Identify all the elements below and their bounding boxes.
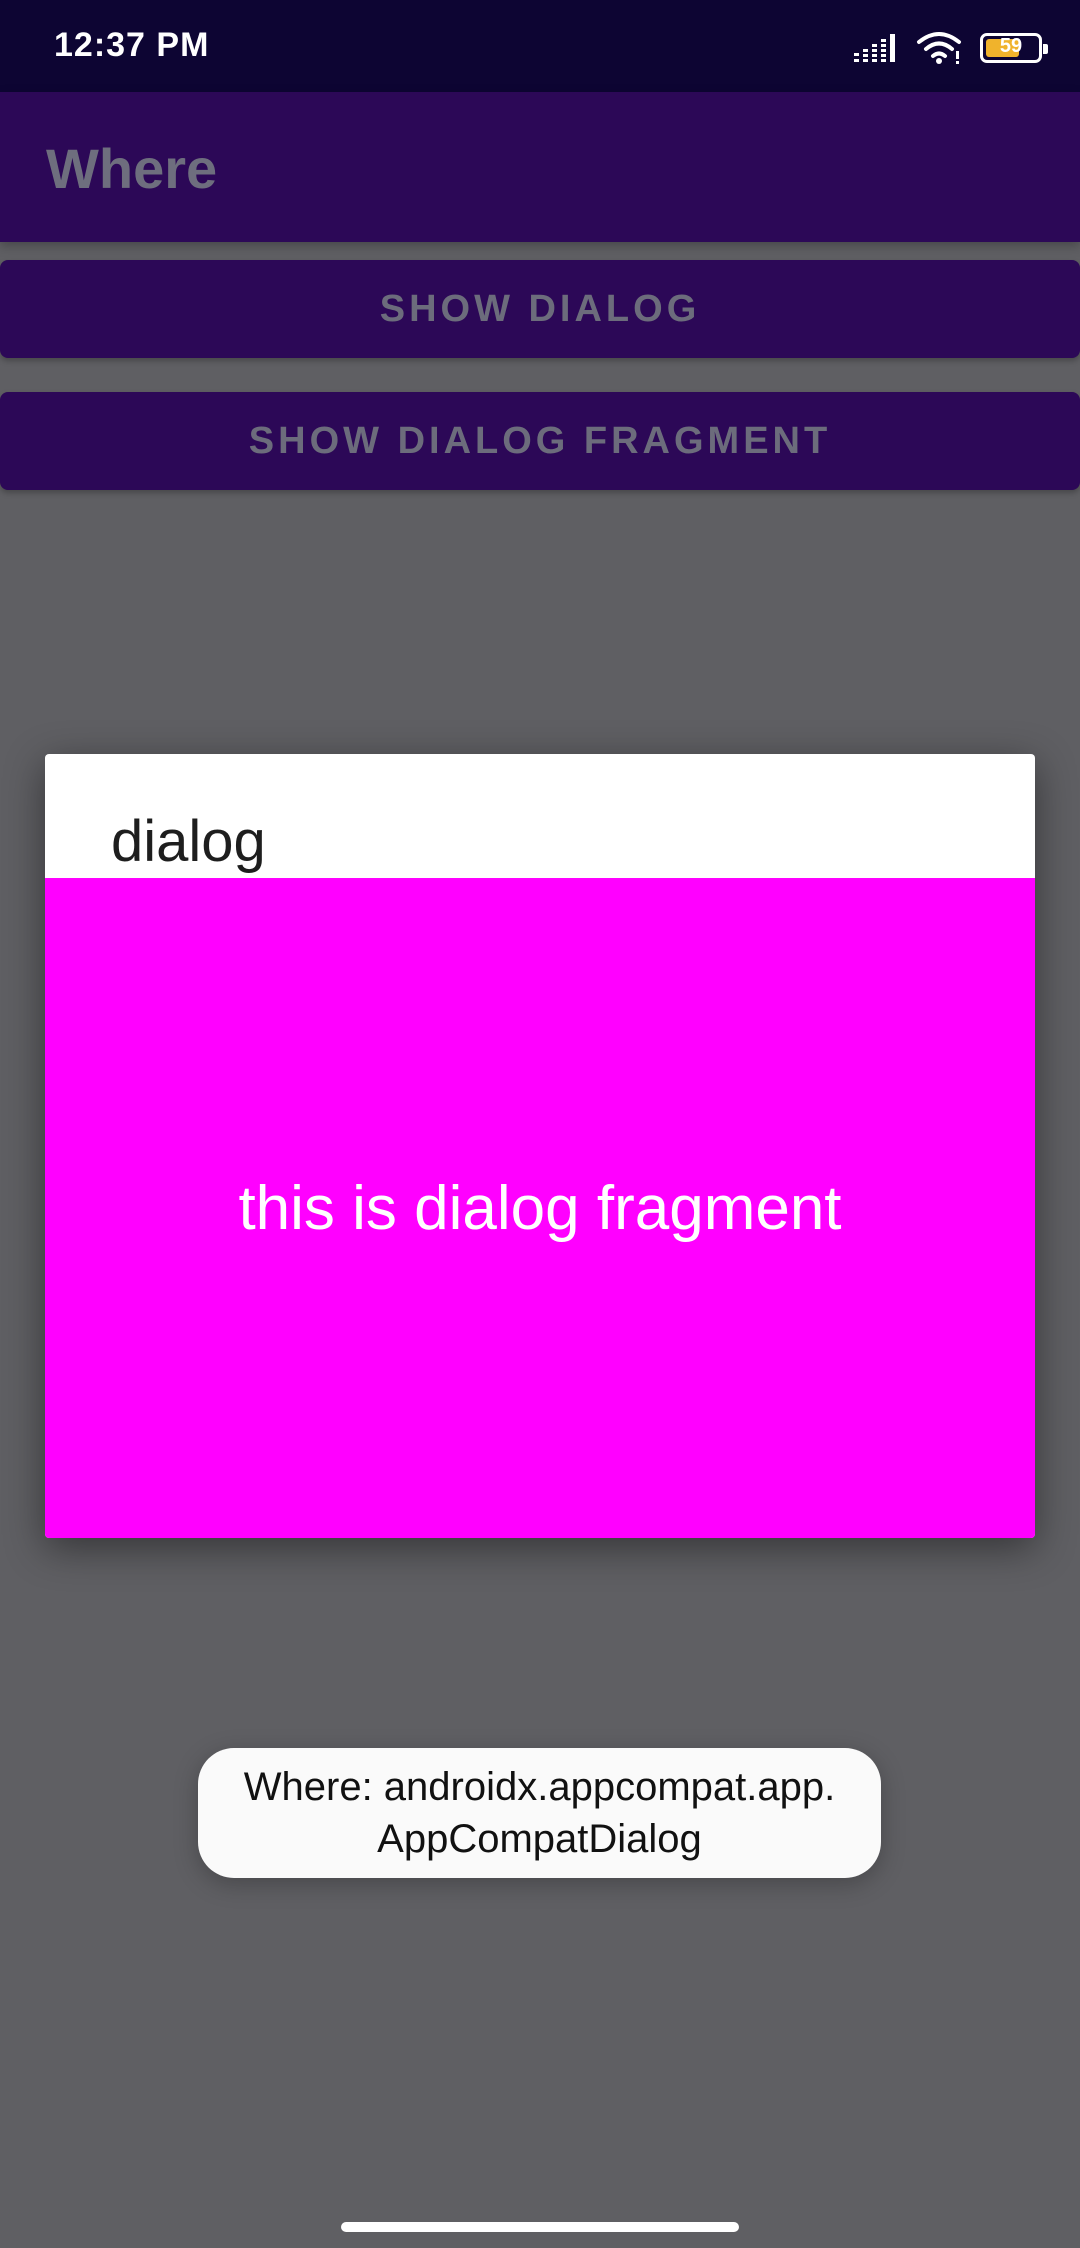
status-icons: 59 bbox=[854, 26, 1048, 70]
app-bar: Where bbox=[0, 92, 1080, 242]
status-bar: 12:37 PM 59 bbox=[0, 0, 1080, 92]
dialog-title: dialog bbox=[111, 809, 266, 874]
dialog-content-text: this is dialog fragment bbox=[238, 1173, 842, 1243]
app-title: Where bbox=[46, 137, 218, 200]
wifi-icon bbox=[917, 32, 961, 64]
show-dialog-fragment-button[interactable]: SHOW DIALOG FRAGMENT bbox=[0, 392, 1080, 490]
show-dialog-button[interactable]: SHOW DIALOG bbox=[0, 260, 1080, 358]
dialog-content: this is dialog fragment bbox=[45, 878, 1035, 1538]
home-indicator[interactable] bbox=[341, 2222, 739, 2232]
toast: Where: androidx.appcompat.app.AppCompatD… bbox=[198, 1748, 881, 1878]
signal-icon bbox=[854, 34, 895, 62]
dialog: dialog this is dialog fragment bbox=[45, 754, 1035, 1538]
battery-level: 59 bbox=[999, 35, 1023, 57]
toast-text: Where: androidx.appcompat.app.AppCompatD… bbox=[243, 1765, 836, 1861]
status-time: 12:37 PM bbox=[54, 26, 210, 64]
battery-icon: 59 bbox=[980, 33, 1048, 63]
